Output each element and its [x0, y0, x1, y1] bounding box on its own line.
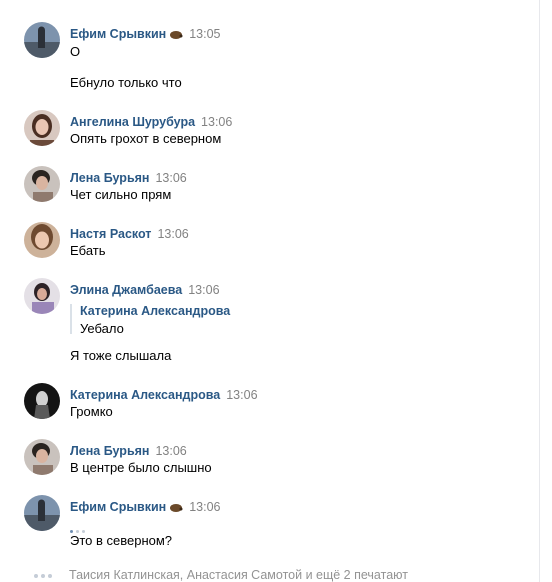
message-time[interactable]: 13:06	[226, 388, 257, 402]
author-name[interactable]: Ангелина Шурубура	[70, 115, 195, 129]
author-name[interactable]: Настя Раскот	[70, 227, 151, 241]
message-time[interactable]: 13:06	[188, 283, 219, 297]
message-text: Чет сильно прям	[70, 187, 172, 202]
author-name[interactable]: Ефим Срывкин	[70, 27, 166, 41]
author-name[interactable]: Катерина Александрова	[70, 388, 220, 402]
avatar[interactable]	[24, 495, 60, 531]
avatar[interactable]	[24, 166, 60, 202]
scrollbar-track[interactable]	[539, 0, 552, 582]
avatar[interactable]	[24, 222, 60, 258]
reply-quote[interactable]: Катерина Александрова Уебало	[70, 304, 280, 336]
message-time[interactable]: 13:06	[201, 115, 232, 129]
message-text: Ебнуло только что	[70, 75, 182, 90]
hedgehog-icon	[170, 500, 183, 515]
message-time[interactable]: 13:05	[189, 27, 220, 41]
message-text: Ебать	[70, 243, 106, 258]
message-text: Я тоже слышала	[70, 348, 172, 363]
message-text: Это в северном?	[70, 533, 173, 548]
message-time[interactable]: 13:06	[155, 444, 186, 458]
avatar[interactable]	[24, 383, 60, 419]
typing-indicator: Таисия Катлинская, Анастасия Самотой и е…	[34, 568, 408, 582]
author-name[interactable]: Ефим Срывкин	[70, 500, 166, 514]
message-time[interactable]: 13:06	[157, 227, 188, 241]
message-text: О	[70, 44, 81, 59]
avatar[interactable]	[24, 110, 60, 146]
author-name[interactable]: Лена Бурьян	[70, 444, 149, 458]
hedgehog-icon	[170, 27, 183, 42]
avatar[interactable]	[24, 22, 60, 58]
avatar[interactable]	[24, 439, 60, 475]
author-name[interactable]: Лена Бурьян	[70, 171, 149, 185]
author-name[interactable]: Элина Джамбаева	[70, 283, 182, 297]
typing-dots-icon	[34, 568, 55, 582]
chat-history[interactable]: Ефим Срывкин 13:05 О Ебнуло только что Ан…	[0, 0, 540, 582]
quote-text: Уебало	[80, 321, 124, 336]
message-text: В центре было слышно	[70, 460, 212, 475]
message-text: Опять грохот в северном	[70, 131, 222, 146]
avatar[interactable]	[24, 278, 60, 314]
message-time[interactable]: 13:06	[155, 171, 186, 185]
message-text: Громко	[70, 404, 113, 419]
message-time[interactable]: 13:06	[189, 500, 220, 514]
quote-author[interactable]: Катерина Александрова	[80, 304, 280, 318]
typing-text: Таисия Катлинская, Анастасия Самотой и е…	[69, 568, 408, 582]
